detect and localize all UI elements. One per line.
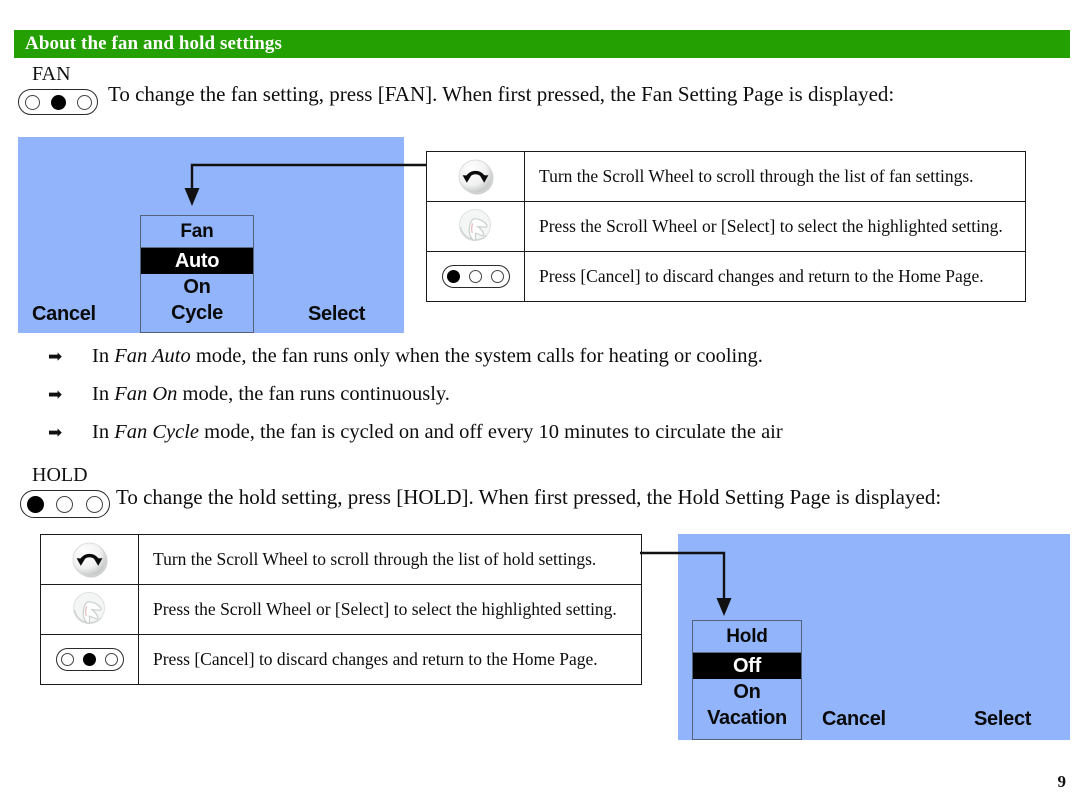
fan-row3-icon-cell bbox=[426, 251, 525, 302]
hand-press-wheel-icon bbox=[454, 205, 498, 249]
hold-row2-text: Press the Scroll Wheel or [Select] to se… bbox=[138, 584, 642, 635]
fan-row1-text: Turn the Scroll Wheel to scroll through … bbox=[524, 151, 1026, 202]
fan-row3-text: Press [Cancel] to discard changes and re… bbox=[524, 251, 1026, 302]
hold-row3-icon-cell bbox=[40, 634, 139, 685]
section-title-bar: About the fan and hold settings bbox=[14, 30, 1070, 58]
table-row: Turn the Scroll Wheel to scroll through … bbox=[426, 151, 1026, 202]
hold-lcd-menu: Hold Off On Vacation bbox=[692, 620, 802, 740]
bullet-arrow-icon: ➡ bbox=[48, 423, 63, 443]
bullet-item-fan-on: ➡ In Fan On mode, the fan runs continuou… bbox=[48, 383, 450, 406]
table-row: Press [Cancel] to discard changes and re… bbox=[40, 634, 642, 685]
scroll-wheel-rotate-icon bbox=[454, 155, 498, 199]
bullet-arrow-icon: ➡ bbox=[48, 347, 63, 367]
hold-instruction-table: Turn the Scroll Wheel to scroll through … bbox=[40, 534, 642, 685]
fan-lcd-item-on[interactable]: On bbox=[141, 274, 253, 300]
page-number: 9 bbox=[1057, 772, 1067, 791]
fan-lcd-item-cycle[interactable]: Cycle bbox=[141, 300, 253, 326]
hold-lcd-title: Hold bbox=[693, 621, 801, 653]
hold-dot-3 bbox=[85, 495, 103, 513]
fan-dot-1 bbox=[24, 94, 40, 110]
table-row: Press [Cancel] to discard changes and re… bbox=[426, 251, 1026, 302]
three-dot-pill-button[interactable] bbox=[441, 265, 510, 288]
hold-lcd-item-vacation[interactable]: Vacation bbox=[693, 705, 801, 731]
fan-instruction-sentence: To change the fan setting, press [FAN]. … bbox=[108, 82, 895, 106]
fan-dot-2 bbox=[50, 94, 66, 110]
hold-row3-text: Press [Cancel] to discard changes and re… bbox=[138, 634, 642, 685]
hold-dot-1 bbox=[27, 495, 45, 513]
fan-dot-3 bbox=[76, 94, 92, 110]
cancel-dot-2 bbox=[469, 270, 482, 283]
scroll-wheel-rotate-icon bbox=[68, 538, 112, 582]
cancel-dot-1 bbox=[447, 270, 460, 283]
table-row: Press the Scroll Wheel or [Select] to se… bbox=[40, 584, 642, 635]
hold-instruction-sentence: To change the hold setting, press [HOLD]… bbox=[116, 485, 942, 509]
fan-button-icon[interactable] bbox=[18, 89, 98, 115]
hand-press-wheel-icon bbox=[68, 588, 112, 632]
fan-lcd-menu: Fan Auto On Cycle bbox=[140, 215, 254, 333]
fan-lcd-item-auto[interactable]: Auto bbox=[141, 248, 253, 274]
fan-row2-icon-cell bbox=[426, 201, 525, 252]
fan-lcd-title: Fan bbox=[141, 216, 253, 248]
fan-softkey-select[interactable]: Select bbox=[308, 303, 365, 326]
bullet-arrow-icon: ➡ bbox=[48, 385, 63, 405]
cancel-dot-1 bbox=[61, 653, 74, 666]
hold-softkey-cancel[interactable]: Cancel bbox=[822, 708, 886, 731]
bullet-item-fan-cycle: ➡ In Fan Cycle mode, the fan is cycled o… bbox=[48, 421, 783, 444]
bullet-item-fan-auto: ➡ In Fan Auto mode, the fan runs only wh… bbox=[48, 345, 763, 368]
hold-button-icon[interactable] bbox=[20, 490, 110, 518]
hold-lcd-item-off[interactable]: Off bbox=[693, 653, 801, 679]
table-row: Press the Scroll Wheel or [Select] to se… bbox=[426, 201, 1026, 252]
hold-key-label: HOLD bbox=[32, 464, 88, 486]
hold-lcd-item-on[interactable]: On bbox=[693, 679, 801, 705]
hold-row1-icon-cell bbox=[40, 534, 139, 585]
page-title: About the fan and hold settings bbox=[25, 33, 283, 54]
cancel-dot-3 bbox=[491, 270, 504, 283]
hold-row2-icon-cell bbox=[40, 584, 139, 635]
three-dot-pill-button[interactable] bbox=[55, 648, 124, 671]
fan-row1-icon-cell bbox=[426, 151, 525, 202]
cancel-dot-2 bbox=[83, 653, 96, 666]
fan-row2-text: Press the Scroll Wheel or [Select] to se… bbox=[524, 201, 1026, 252]
hold-softkey-select[interactable]: Select bbox=[974, 708, 1031, 731]
table-row: Turn the Scroll Wheel to scroll through … bbox=[40, 534, 642, 585]
hold-dot-2 bbox=[56, 495, 74, 513]
fan-softkey-cancel[interactable]: Cancel bbox=[32, 303, 96, 326]
cancel-dot-3 bbox=[105, 653, 118, 666]
hold-row1-text: Turn the Scroll Wheel to scroll through … bbox=[138, 534, 642, 585]
fan-instruction-table: Turn the Scroll Wheel to scroll through … bbox=[426, 151, 1026, 302]
bullet-text-fan-auto: In Fan Auto mode, the fan runs only when… bbox=[92, 345, 763, 367]
bullet-text-fan-cycle: In Fan Cycle mode, the fan is cycled on … bbox=[92, 421, 783, 443]
bullet-text-fan-on: In Fan On mode, the fan runs continuousl… bbox=[92, 383, 450, 405]
fan-key-label: FAN bbox=[32, 63, 71, 85]
